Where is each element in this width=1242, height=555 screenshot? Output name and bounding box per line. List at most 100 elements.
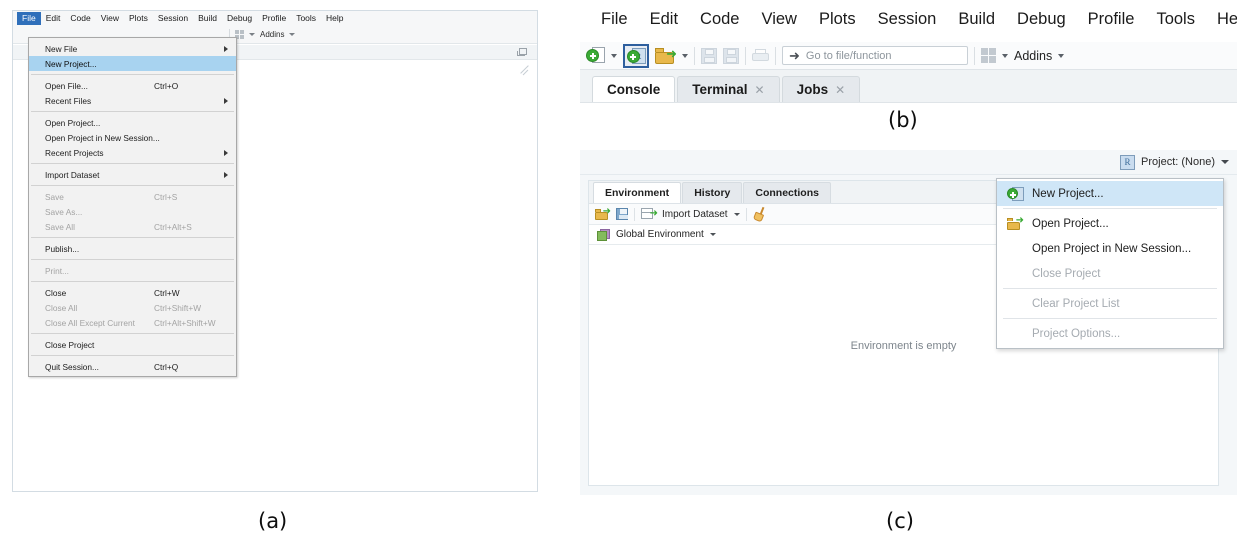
project-menu-row-new-project[interactable]: New Project... bbox=[997, 181, 1223, 206]
menu-row-save-as: Save As... bbox=[29, 204, 236, 219]
global-environment-chevron-down-icon[interactable] bbox=[709, 233, 716, 236]
menu-row-open-project-new-session[interactable]: Open Project in New Session... bbox=[29, 130, 236, 145]
menu-item-plots[interactable]: Plots bbox=[808, 10, 867, 29]
menu-row-publish[interactable]: Publish... bbox=[29, 241, 236, 256]
maximize-pane-icon[interactable] bbox=[517, 48, 527, 56]
addins-chevron-down-icon[interactable] bbox=[289, 33, 296, 36]
menu-separator bbox=[31, 185, 234, 186]
menu-row-save-all: Save All Ctrl+Alt+S bbox=[29, 219, 236, 234]
resize-grip-icon[interactable] bbox=[519, 63, 529, 73]
menu-row-import-dataset[interactable]: Import Dataset bbox=[29, 167, 236, 182]
tab-connections[interactable]: Connections bbox=[743, 182, 831, 203]
import-dataset-label[interactable]: Import Dataset bbox=[662, 209, 728, 220]
menu-item-debug[interactable]: Debug bbox=[1006, 10, 1077, 29]
menu-row-print: Print... bbox=[29, 263, 236, 278]
project-chevron-down-icon[interactable] bbox=[1221, 160, 1229, 164]
menu-item-file[interactable]: File bbox=[590, 10, 639, 29]
menu-row-label: Save As... bbox=[45, 206, 83, 217]
menu-item-code[interactable]: Code bbox=[65, 12, 95, 25]
save-all-icon[interactable] bbox=[723, 47, 739, 64]
close-icon[interactable]: ✕ bbox=[755, 83, 765, 97]
tab-console[interactable]: Console bbox=[592, 76, 676, 102]
save-workspace-icon[interactable] bbox=[616, 208, 628, 220]
menu-item-file[interactable]: File bbox=[17, 12, 41, 25]
menu-row-recent-files[interactable]: Recent Files bbox=[29, 93, 236, 108]
toolbar-divider bbox=[775, 46, 776, 65]
menu-item-plots[interactable]: Plots bbox=[124, 12, 153, 25]
menu-item-profile[interactable]: Profile bbox=[1077, 10, 1146, 29]
open-file-chevron-down-icon[interactable] bbox=[682, 53, 688, 58]
open-folder-icon: ➜ bbox=[1006, 216, 1024, 230]
save-icon[interactable] bbox=[701, 47, 717, 64]
new-project-icon: R bbox=[626, 47, 646, 65]
clear-workspace-icon[interactable] bbox=[752, 206, 767, 223]
addins-label[interactable]: Addins bbox=[1014, 49, 1052, 63]
console-tabstrip-b: Console Terminal ✕ Jobs ✕ bbox=[580, 70, 1237, 103]
menu-separator bbox=[31, 74, 234, 75]
tab-jobs[interactable]: Jobs ✕ bbox=[781, 76, 861, 102]
tab-label: Connections bbox=[755, 187, 819, 199]
menu-row-quit-session[interactable]: Quit Session... Ctrl+Q bbox=[29, 359, 236, 374]
menu-row-label: Close bbox=[45, 287, 67, 298]
menu-item-tools[interactable]: Tools bbox=[1145, 10, 1206, 29]
menu-row-open-file[interactable]: Open File... Ctrl+O bbox=[29, 78, 236, 93]
load-workspace-icon[interactable]: ➜ bbox=[595, 207, 611, 220]
pane-layout-chevron-down-icon[interactable] bbox=[1002, 53, 1008, 58]
print-icon[interactable] bbox=[752, 48, 769, 63]
figure-label-c: (c) bbox=[886, 509, 914, 533]
menu-item-edit[interactable]: Edit bbox=[639, 10, 689, 29]
menu-item-session[interactable]: Session bbox=[153, 12, 193, 25]
menu-item-code[interactable]: Code bbox=[689, 10, 750, 29]
new-file-icon[interactable] bbox=[586, 46, 605, 65]
menu-row-open-project[interactable]: Open Project... bbox=[29, 115, 236, 130]
menu-row-label: Import Dataset bbox=[45, 169, 100, 180]
toolbar-divider bbox=[634, 207, 635, 221]
chevron-down-icon[interactable] bbox=[249, 33, 255, 36]
new-file-chevron-down-icon[interactable] bbox=[611, 53, 617, 58]
menubar-b: File Edit Code View Plots Session Build … bbox=[590, 10, 1237, 29]
menu-item-view[interactable]: View bbox=[750, 10, 807, 29]
project-menu-row-label: Project Options... bbox=[1032, 327, 1121, 340]
pane-layout-icon[interactable] bbox=[981, 48, 996, 63]
menu-item-help[interactable]: Help bbox=[321, 12, 348, 25]
menu-row-new-project[interactable]: New Project... bbox=[29, 56, 236, 71]
project-icon: R bbox=[1120, 154, 1136, 170]
tab-label: Console bbox=[607, 82, 661, 97]
menu-item-tools[interactable]: Tools bbox=[291, 12, 321, 25]
addins-chevron-down-icon[interactable] bbox=[1058, 53, 1065, 58]
tab-environment[interactable]: Environment bbox=[593, 182, 682, 203]
addins-label[interactable]: Addins bbox=[260, 30, 284, 39]
menu-row-close-all: Close All Ctrl+Shift+W bbox=[29, 300, 236, 315]
new-project-button[interactable]: R bbox=[623, 43, 649, 68]
menu-separator bbox=[31, 111, 234, 112]
project-menu-row-open-project[interactable]: ➜ Open Project... bbox=[997, 211, 1223, 236]
menu-row-shortcut: Ctrl+O bbox=[154, 80, 179, 91]
close-icon[interactable]: ✕ bbox=[835, 83, 845, 97]
goto-file-function-input[interactable]: ➜ Go to file/function bbox=[782, 46, 968, 65]
menu-item-profile[interactable]: Profile bbox=[257, 12, 291, 25]
figure-label-b: (b) bbox=[888, 108, 918, 132]
menu-item-build[interactable]: Build bbox=[947, 10, 1006, 29]
menu-item-session[interactable]: Session bbox=[867, 10, 948, 29]
import-dataset-icon[interactable]: ➜ bbox=[641, 208, 658, 220]
rstudio-window-c: R Project: (None) Environment History Co… bbox=[580, 150, 1237, 495]
menu-separator bbox=[31, 281, 234, 282]
menu-row-close[interactable]: Close Ctrl+W bbox=[29, 285, 236, 300]
menu-item-edit[interactable]: Edit bbox=[41, 12, 66, 25]
tab-history[interactable]: History bbox=[682, 182, 743, 203]
menu-row-close-project[interactable]: Close Project bbox=[29, 337, 236, 352]
tab-terminal[interactable]: Terminal ✕ bbox=[677, 76, 780, 102]
menu-item-build[interactable]: Build bbox=[193, 12, 222, 25]
open-file-icon[interactable]: ➜ bbox=[655, 47, 677, 64]
import-dataset-chevron-down-icon[interactable] bbox=[733, 212, 740, 216]
menu-item-view[interactable]: View bbox=[96, 12, 124, 25]
menu-row-label: New Project... bbox=[45, 58, 97, 69]
menu-item-help[interactable]: Help bbox=[1206, 10, 1237, 29]
goto-placeholder-text: Go to file/function bbox=[805, 49, 892, 62]
project-selector-label[interactable]: Project: (None) bbox=[1141, 156, 1215, 168]
menu-row-recent-projects[interactable]: Recent Projects bbox=[29, 145, 236, 160]
menu-item-debug[interactable]: Debug bbox=[222, 12, 257, 25]
menu-separator bbox=[31, 237, 234, 238]
project-menu-row-open-project-new-session[interactable]: Open Project in New Session... bbox=[997, 236, 1223, 261]
menu-row-new-file[interactable]: New File bbox=[29, 41, 236, 56]
